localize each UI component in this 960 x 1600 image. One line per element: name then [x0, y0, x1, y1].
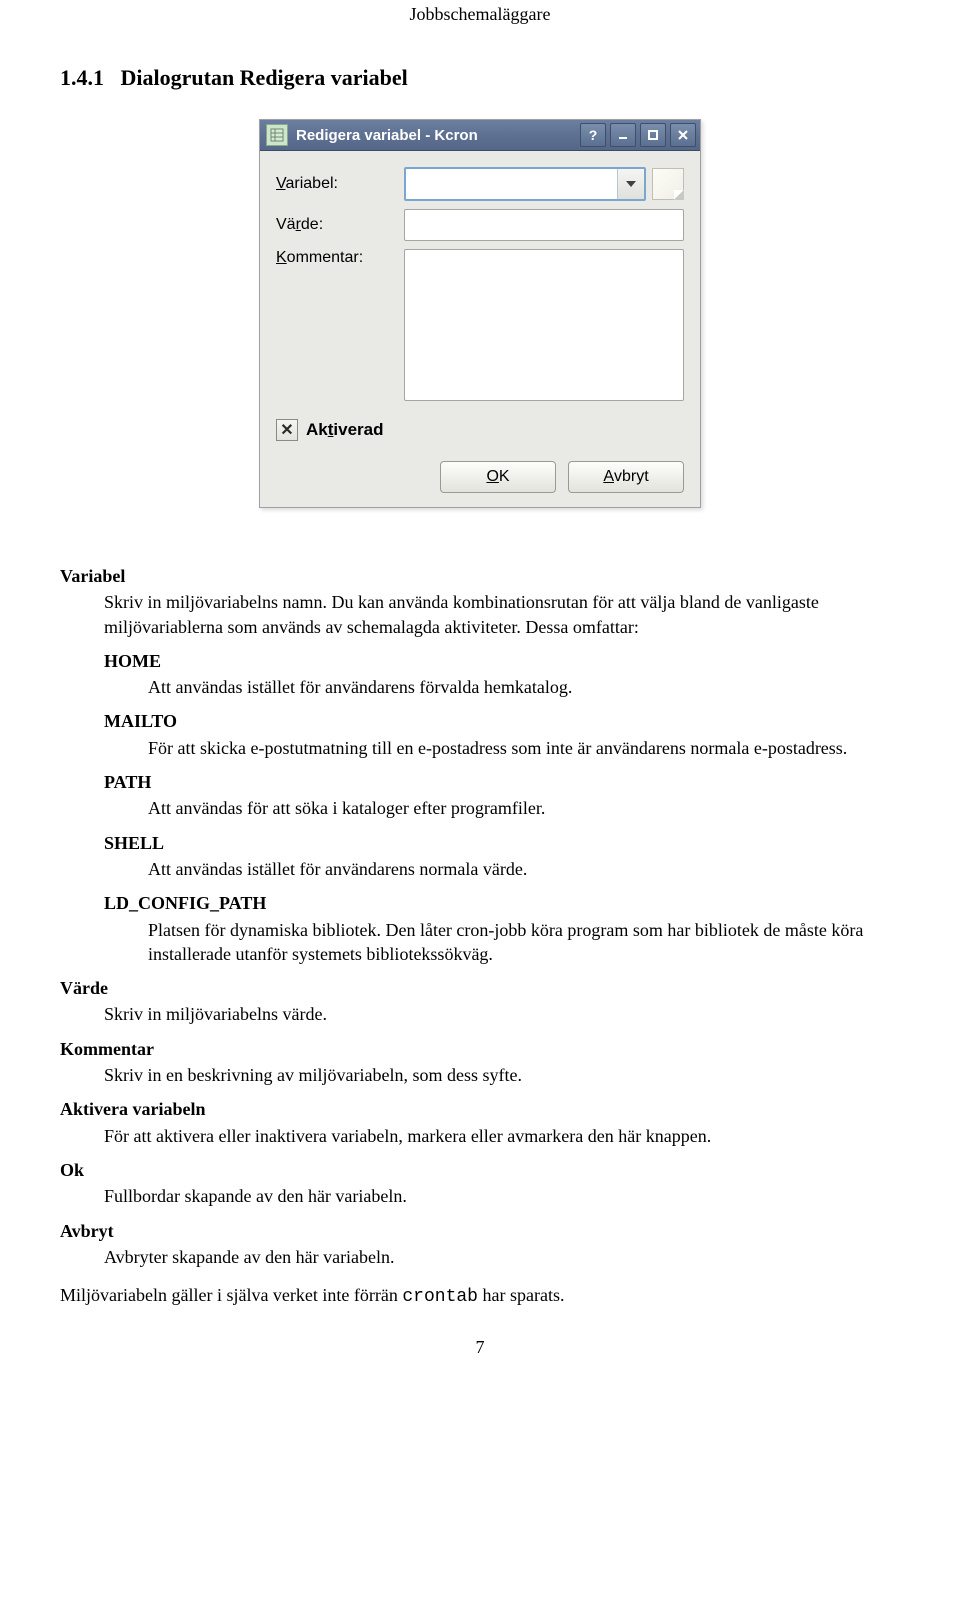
enabled-checkbox[interactable]: ✕ — [276, 419, 298, 441]
minimize-button[interactable] — [610, 123, 636, 147]
desc-shell: Att användas istället för användarens no… — [148, 857, 900, 881]
cancel-button[interactable]: Avbryt — [568, 461, 684, 493]
app-icon — [266, 124, 288, 146]
comment-textarea[interactable] — [404, 249, 684, 401]
desc-avbryt: Avbryter skapande av den här variabeln. — [104, 1245, 900, 1269]
term-kommentar: Kommentar — [60, 1037, 900, 1061]
term-aktivera: Aktivera variabeln — [60, 1097, 900, 1121]
desc-kommentar: Skriv in en beskrivning av miljövariabel… — [104, 1063, 900, 1087]
trailing-paragraph: Miljövariabeln gäller i själva verket in… — [60, 1283, 900, 1309]
variable-input[interactable] — [406, 169, 617, 199]
term-ldconfig: LD_CONFIG_PATH — [104, 891, 900, 915]
page-number: 7 — [60, 1337, 900, 1358]
desc-path: Att användas för att söka i kataloger ef… — [148, 796, 900, 820]
variable-label: Variabel: — [276, 175, 404, 193]
window-title: Redigera variabel - Kcron — [296, 127, 478, 144]
term-variabel: Variabel — [60, 564, 900, 588]
enabled-label: Aktiverad — [306, 420, 384, 440]
dialog-window: Redigera variabel - Kcron ? Variabel: — [259, 119, 701, 508]
desc-ldconfig: Platsen för dynamiska bibliotek. Den låt… — [148, 918, 900, 967]
chevron-down-icon[interactable] — [617, 169, 644, 199]
help-button[interactable]: ? — [580, 123, 606, 147]
term-varde: Värde — [60, 976, 900, 1000]
maximize-button[interactable] — [640, 123, 666, 147]
value-label: Värde: — [276, 216, 404, 234]
term-home: HOME — [104, 649, 900, 673]
desc-variabel: Skriv in miljövariabelns namn. Du kan an… — [104, 590, 900, 639]
note-icon[interactable] — [652, 168, 684, 200]
term-ok: Ok — [60, 1158, 900, 1182]
section-heading: 1.4.1 Dialogrutan Redigera variabel — [60, 65, 900, 91]
desc-home: Att användas istället för användarens fö… — [148, 675, 900, 699]
term-mailto: MAILTO — [104, 709, 900, 733]
running-head: Jobbschemaläggare — [60, 0, 900, 25]
section-number: 1.4.1 — [60, 65, 104, 90]
ok-button[interactable]: OK — [440, 461, 556, 493]
term-path: PATH — [104, 770, 900, 794]
desc-varde: Skriv in miljövariabelns värde. — [104, 1002, 900, 1026]
variable-combobox[interactable] — [404, 167, 646, 201]
comment-label: Kommentar: — [276, 249, 404, 267]
value-input[interactable] — [404, 209, 684, 241]
close-button[interactable] — [670, 123, 696, 147]
desc-aktivera: För att aktivera eller inaktivera variab… — [104, 1124, 900, 1148]
section-title-text: Dialogrutan Redigera variabel — [121, 65, 408, 90]
desc-mailto: För att skicka e-postutmatning till en e… — [148, 736, 900, 760]
titlebar[interactable]: Redigera variabel - Kcron ? — [260, 120, 700, 151]
term-shell: SHELL — [104, 831, 900, 855]
desc-ok: Fullbordar skapande av den här variabeln… — [104, 1184, 900, 1208]
term-avbryt: Avbryt — [60, 1219, 900, 1243]
